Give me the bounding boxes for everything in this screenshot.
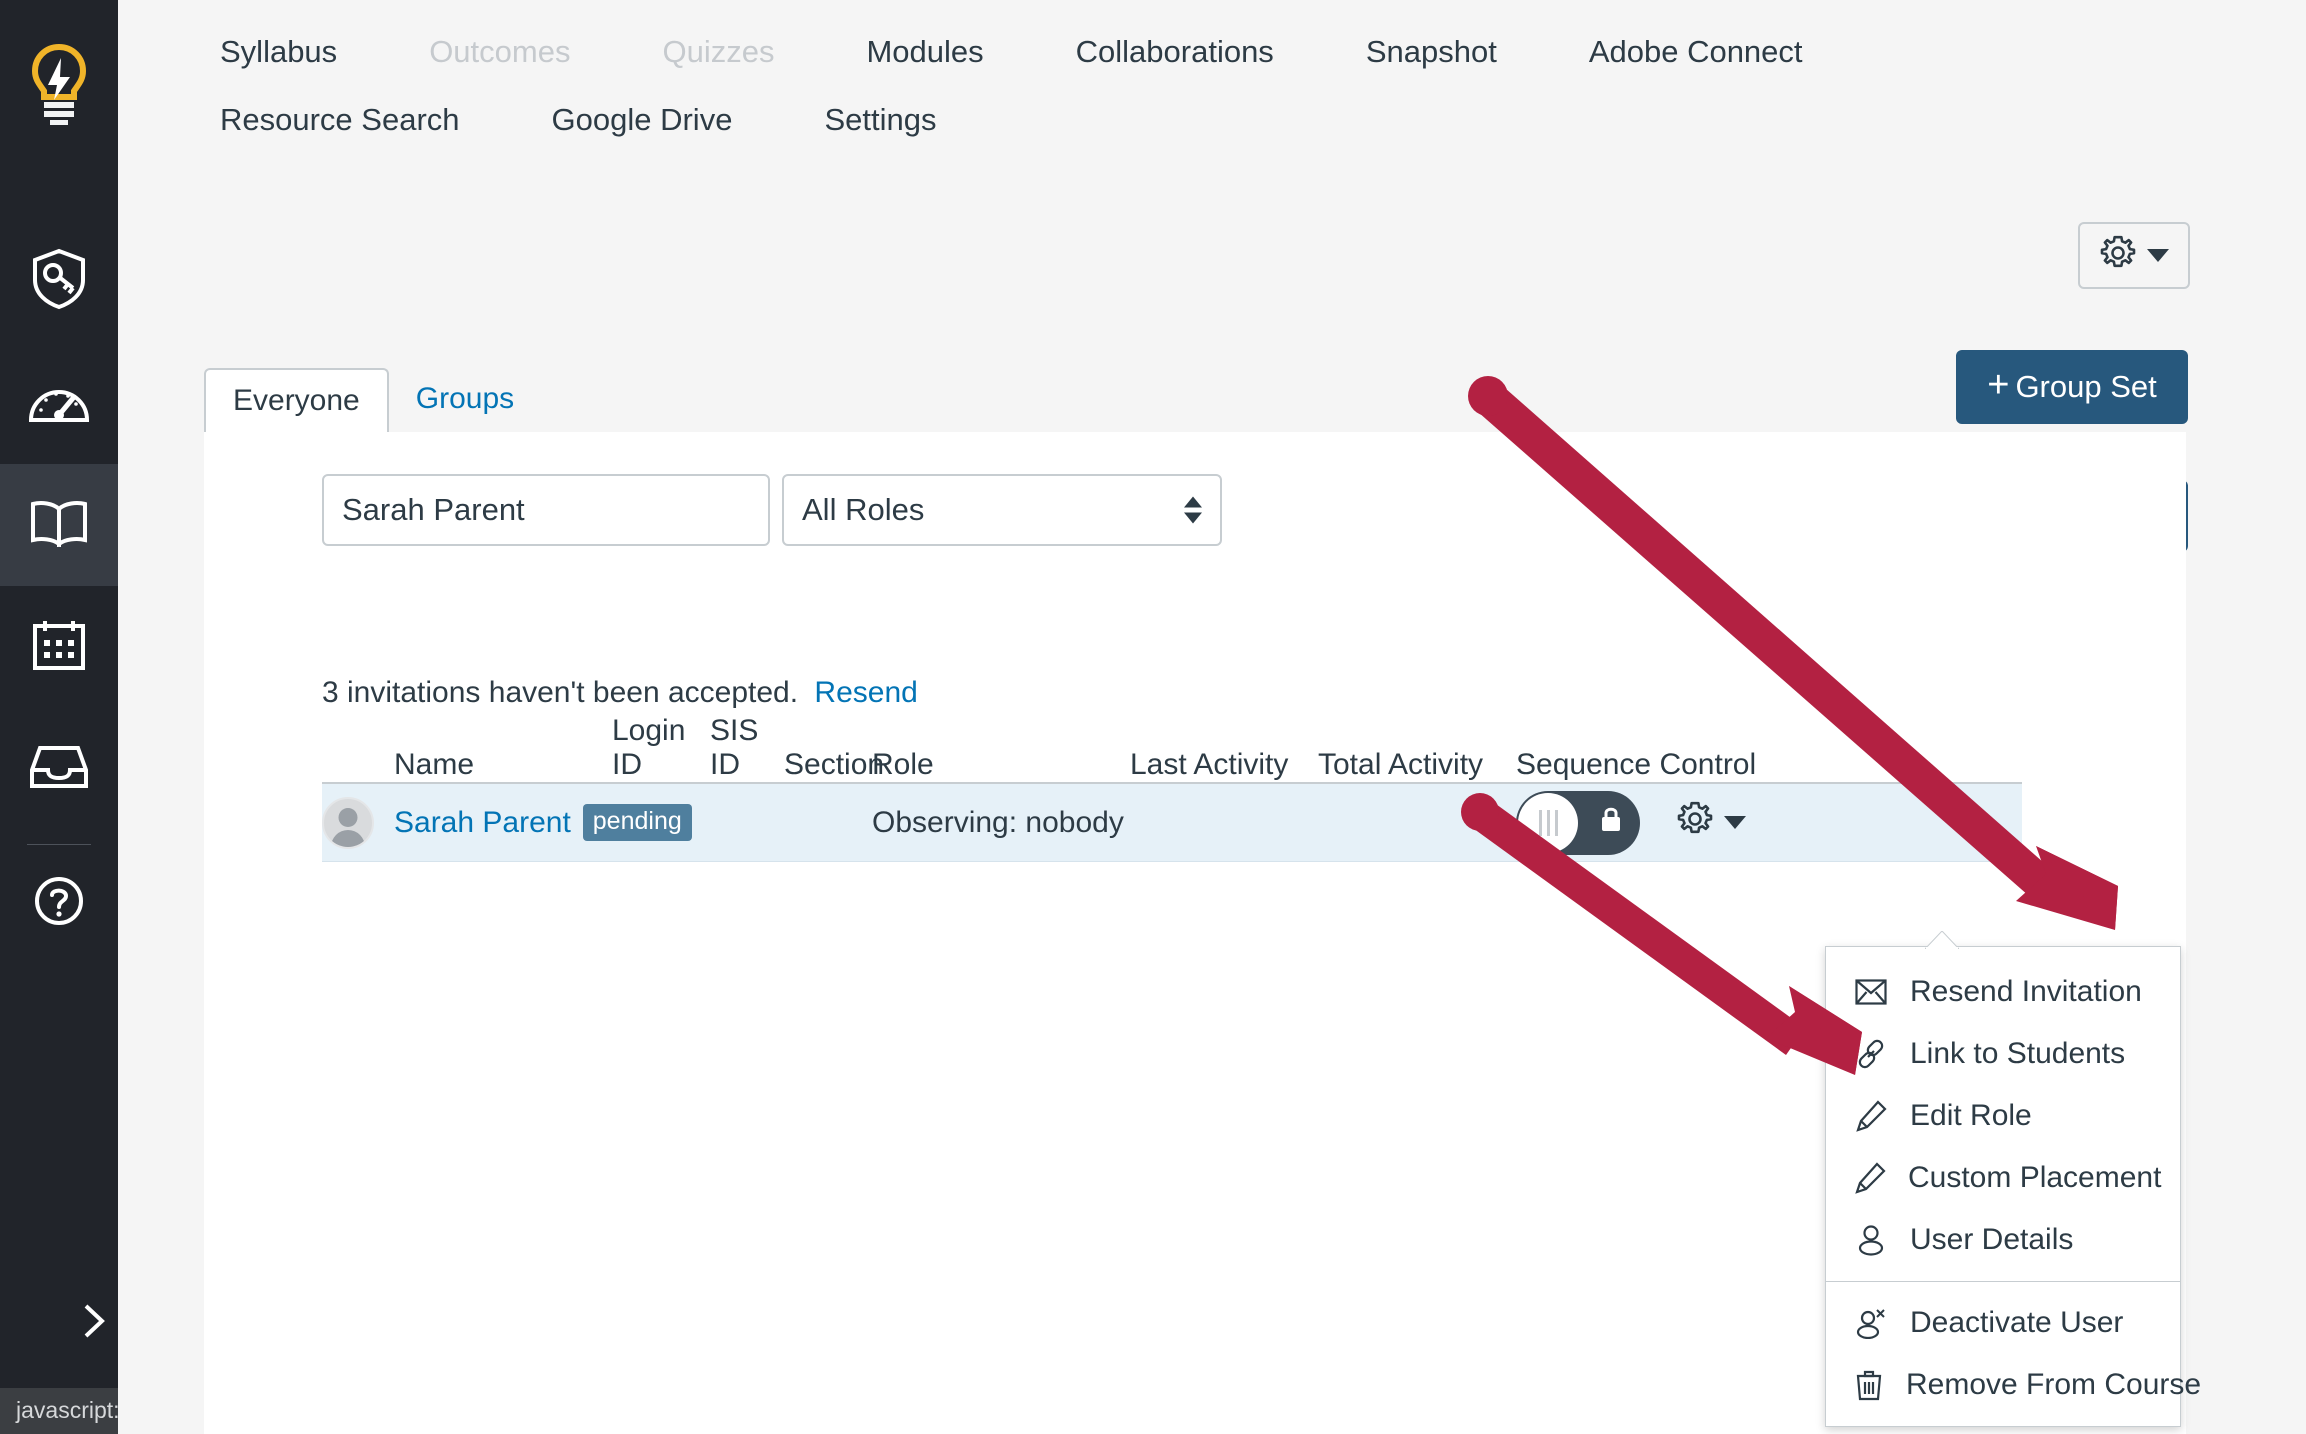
- row-sequence-control: [1516, 790, 1816, 855]
- lock-icon: [1598, 804, 1624, 842]
- sidebar-item-help[interactable]: [0, 855, 118, 951]
- menu-item-resend-invitation[interactable]: Resend Invitation: [1826, 961, 2180, 1023]
- tab-everyone-label: Everyone: [233, 384, 360, 417]
- menu-item-deactivate-user[interactable]: Deactivate User: [1826, 1292, 2180, 1354]
- course-nav-modules[interactable]: Modules: [866, 34, 983, 70]
- course-nav-collaborations[interactable]: Collaborations: [1076, 34, 1274, 70]
- toggle-knob: [1518, 792, 1578, 853]
- menu-item-label: Edit Role: [1910, 1099, 2032, 1132]
- menu-item-remove-from-course[interactable]: Remove From Course: [1826, 1354, 2201, 1416]
- speedometer-icon: [28, 379, 90, 428]
- invitation-notice-text: 3 invitations haven't been accepted.: [322, 676, 799, 709]
- shield-key-icon: [30, 248, 88, 315]
- row-role: Observing: nobody: [872, 805, 1124, 839]
- global-navigation: [0, 0, 128, 1434]
- course-nav-syllabus[interactable]: Syllabus: [220, 34, 337, 70]
- menu-divider: [1826, 1281, 2180, 1282]
- question-circle-icon: [33, 875, 85, 932]
- menu-item-user-details[interactable]: User Details: [1826, 1209, 2180, 1271]
- chevron-right-icon: [79, 1301, 109, 1346]
- search-input[interactable]: [322, 474, 770, 546]
- nav-divider: [27, 844, 91, 845]
- table-row[interactable]: Sarah Parent pending Observing: nobody: [322, 784, 2022, 862]
- role-filter-select[interactable]: All Roles: [782, 474, 1222, 546]
- course-nav-outcomes[interactable]: Outcomes: [429, 34, 570, 70]
- menu-item-label: Deactivate User: [1910, 1306, 2124, 1339]
- chevron-down-icon: [2147, 249, 2169, 262]
- row-settings-button[interactable]: [1676, 800, 1746, 846]
- row-name-cell: Sarah Parent pending: [394, 804, 692, 841]
- sidebar-item-inbox[interactable]: [0, 708, 118, 830]
- roster-filters: All Roles: [322, 474, 1222, 546]
- header-section[interactable]: Section: [784, 748, 884, 782]
- row-actions-menu: Resend Invitation Link to Students Edit …: [1825, 946, 2201, 1427]
- user-icon: [1854, 1223, 1888, 1257]
- header-login-id[interactable]: Login ID: [612, 714, 710, 782]
- role-filter-value: All Roles: [802, 492, 925, 527]
- course-nav-adobe-connect[interactable]: Adobe Connect: [1589, 34, 1803, 70]
- menu-item-link-to-students[interactable]: Link to Students: [1826, 1023, 2180, 1085]
- pencil-icon: [1854, 1161, 1886, 1195]
- chevron-down-icon: [1724, 816, 1746, 829]
- menu-pointer-arrow: [1925, 931, 1959, 949]
- tab-everyone[interactable]: Everyone: [204, 368, 389, 434]
- calendar-icon: [31, 618, 87, 677]
- add-group-set-label: Group Set: [2015, 369, 2157, 404]
- gear-icon: [1676, 800, 1714, 846]
- inbox-tray-icon: [30, 744, 88, 795]
- menu-item-custom-placement[interactable]: Custom Placement: [1826, 1147, 2180, 1209]
- course-nav-settings[interactable]: Settings: [824, 102, 936, 138]
- open-book-icon: [29, 499, 89, 552]
- plus-icon: +: [1987, 364, 2010, 406]
- roster-table-header: Name Login ID SIS ID Section Role Last A…: [322, 714, 2022, 784]
- menu-item-edit-role[interactable]: Edit Role: [1826, 1085, 2180, 1147]
- gear-icon: [2099, 234, 2137, 277]
- chevron-down-icon: [1184, 512, 1202, 524]
- user-name-link[interactable]: Sarah Parent: [394, 806, 571, 840]
- tab-groups[interactable]: Groups: [389, 366, 541, 432]
- header-name[interactable]: Name: [394, 748, 612, 782]
- header-sequence-control[interactable]: Sequence Control: [1516, 748, 1816, 782]
- menu-item-label: User Details: [1910, 1223, 2074, 1256]
- tab-groups-label: Groups: [415, 382, 515, 415]
- header-sis-id[interactable]: SIS ID: [710, 714, 784, 782]
- trash-icon: [1854, 1368, 1884, 1402]
- menu-item-label: Remove From Course: [1906, 1368, 2202, 1401]
- avatar: [322, 796, 394, 849]
- chevron-up-icon: [1184, 496, 1202, 508]
- sidebar-item-calendar[interactable]: [0, 586, 118, 708]
- sequence-control-toggle[interactable]: [1516, 790, 1640, 855]
- envelope-icon: [1854, 975, 1888, 1009]
- select-stepper-arrows: [1184, 496, 1202, 524]
- course-nav-resource-search[interactable]: Resource Search: [220, 102, 460, 138]
- header-role[interactable]: Role: [872, 748, 1130, 782]
- add-group-set-button[interactable]: + Group Set: [1956, 350, 2188, 424]
- roster-tabs: Everyone Groups: [204, 364, 2186, 434]
- user-x-icon: [1854, 1306, 1888, 1340]
- invitation-notice: 3 invitations haven't been accepted. Res…: [322, 676, 918, 710]
- sidebar-item-courses[interactable]: [0, 464, 118, 586]
- sidebar-item-admin[interactable]: [0, 220, 118, 342]
- menu-item-label: Resend Invitation: [1910, 975, 2142, 1008]
- roster-table: Name Login ID SIS ID Section Role Last A…: [322, 714, 2022, 862]
- course-nav-google-drive[interactable]: Google Drive: [552, 102, 733, 138]
- menu-item-label: Custom Placement: [1908, 1161, 2162, 1194]
- course-nav-quizzes[interactable]: Quizzes: [662, 34, 774, 70]
- sidebar-item-dashboard[interactable]: [0, 342, 118, 464]
- course-nav-row-2: Resource Search Google Drive Settings: [118, 86, 2306, 154]
- course-nav-snapshot[interactable]: Snapshot: [1366, 34, 1497, 70]
- lightbulb-icon[interactable]: [24, 42, 94, 128]
- header-last-activity[interactable]: Last Activity: [1130, 748, 1318, 782]
- course-navigation: Syllabus Outcomes Quizzes Modules Collab…: [118, 0, 2306, 154]
- menu-item-label: Link to Students: [1910, 1037, 2126, 1070]
- link-chain-icon: [1854, 1037, 1888, 1071]
- pencil-icon: [1854, 1099, 1888, 1133]
- global-nav-items: [0, 220, 118, 951]
- resend-invitations-link[interactable]: Resend: [814, 676, 917, 709]
- screenshot-root: javascript:void(0) Syllabus Outcomes Qui…: [0, 0, 2306, 1434]
- course-nav-row-1: Syllabus Outcomes Quizzes Modules Collab…: [118, 18, 2306, 86]
- page-settings-button[interactable]: [2078, 222, 2190, 289]
- header-total-activity[interactable]: Total Activity: [1318, 748, 1516, 782]
- status-badge: pending: [582, 804, 692, 841]
